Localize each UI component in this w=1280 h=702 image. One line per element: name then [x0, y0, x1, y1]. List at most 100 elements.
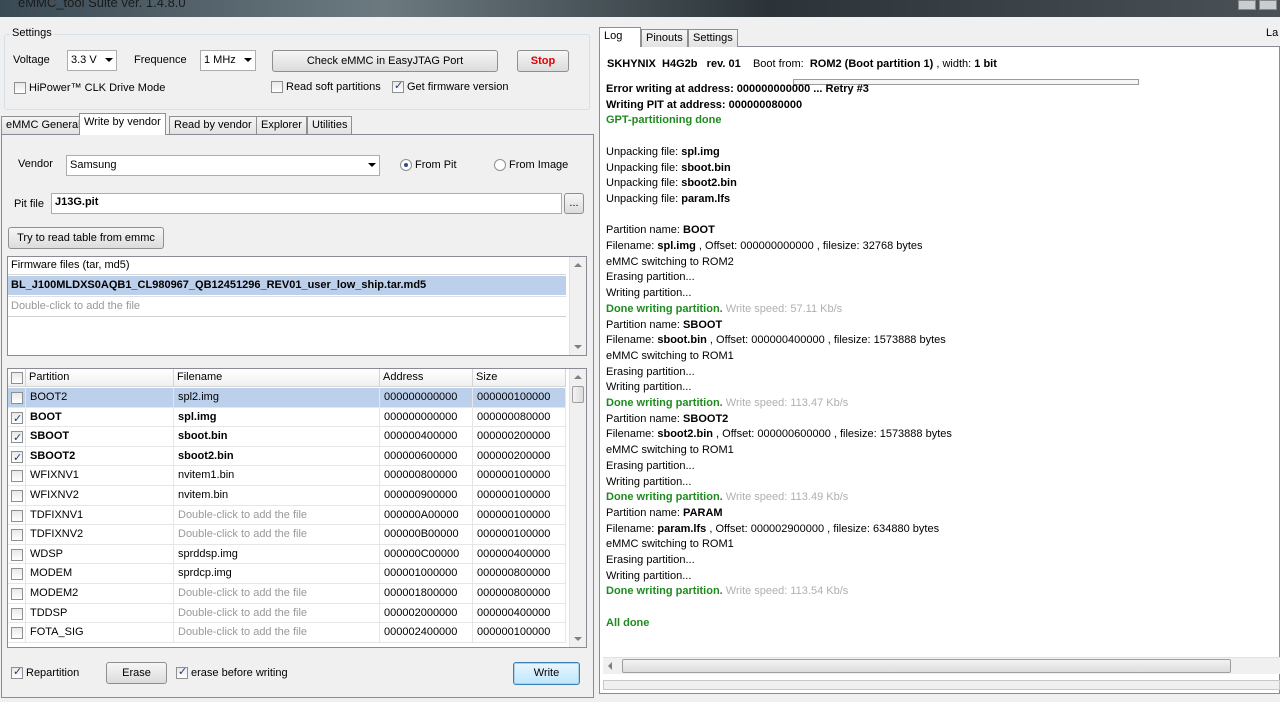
log-hscrollbar[interactable] — [603, 657, 1280, 674]
device-model: H4G2b — [662, 58, 698, 70]
row-checkbox[interactable] — [11, 470, 23, 483]
column-partition[interactable]: Partition — [26, 369, 174, 387]
repartition-checkbox[interactable] — [11, 665, 23, 679]
log-scroll-thumb[interactable] — [622, 659, 1231, 673]
row-checkbox[interactable] — [11, 529, 23, 542]
read-soft-partitions-checkbox[interactable] — [271, 81, 283, 93]
cell-partition: BOOT2 — [26, 388, 174, 408]
log-line: Writing partition... — [606, 569, 691, 585]
column-address[interactable]: Address — [380, 369, 473, 387]
write-button[interactable]: Write — [513, 662, 580, 685]
row-checkbox[interactable] — [11, 548, 23, 561]
tab-explorer[interactable]: Explorer — [256, 116, 307, 134]
cell-filename: sprddsp.img — [174, 544, 380, 565]
from-image-radio[interactable] — [494, 159, 506, 171]
log-line: Writing PIT at address: 000000080000 — [606, 98, 802, 114]
minimize-button[interactable] — [1238, 0, 1256, 10]
pit-browse-button[interactable]: ... — [564, 193, 584, 214]
table-row[interactable]: SBOOTsboot.bin000000400000000000200000 — [8, 427, 566, 447]
from-pit-radio[interactable] — [400, 159, 412, 171]
tab-write-by-vendor[interactable]: Write by vendor — [79, 113, 166, 135]
select-all-checkbox[interactable] — [11, 372, 23, 384]
partition-scroll-thumb[interactable] — [572, 386, 584, 403]
erase-button[interactable]: Erase — [106, 662, 167, 684]
pit-file-input[interactable]: J13G.pit — [51, 193, 562, 214]
get-firmware-checkbox[interactable] — [392, 79, 404, 93]
row-checkbox[interactable] — [11, 588, 23, 600]
table-row[interactable]: WFIXNV2 nvitem.bin 000000900000 00000010000… — [8, 486, 566, 506]
firmware-file-item[interactable]: BL_J100MLDXS0AQB1_CL980967_QB12451296_RE… — [8, 276, 566, 295]
scroll-down-icon[interactable] — [574, 345, 582, 349]
table-row[interactable]: MODEM2 Double-click to add the file 000001… — [8, 584, 566, 604]
row-checkbox[interactable] — [11, 509, 23, 522]
row-checkbox-cell — [8, 505, 26, 526]
voltage-select[interactable]: 3.3 V — [67, 50, 117, 71]
scroll-up-icon[interactable] — [574, 263, 582, 267]
cell-partition: WFIXNV1 — [26, 466, 174, 486]
log-line: Writing partition... — [606, 475, 691, 491]
cell-partition: WFIXNV2 — [26, 486, 174, 506]
row-checkbox[interactable] — [11, 392, 23, 404]
maximize-button[interactable] — [1259, 0, 1277, 10]
tab-emmc-general[interactable]: eMMC General — [1, 116, 86, 134]
width-value: 1 bit — [974, 58, 997, 70]
row-checkbox[interactable] — [11, 490, 23, 502]
row-checkbox[interactable] — [11, 429, 23, 446]
log-line: Unpacking file: spl.img — [606, 145, 720, 161]
vendor-select[interactable]: Samsung — [66, 155, 380, 176]
table-row[interactable]: BOOTspl.img000000000000000000080000 — [8, 407, 566, 428]
log-line: Partition name: SBOOT — [606, 318, 722, 334]
firmware-add-hint[interactable]: Double-click to add the file — [8, 296, 566, 315]
row-checkbox[interactable] — [11, 607, 23, 620]
log-segment: Done writing partition. — [606, 397, 723, 409]
table-row[interactable]: WFIXNV1 nvitem1.bin 000000800000 0000001000… — [8, 466, 566, 486]
tab-read-by-vendor[interactable]: Read by vendor — [169, 116, 257, 134]
tab-pinouts[interactable]: Pinouts — [641, 29, 688, 47]
hipower-checkbox[interactable] — [14, 82, 26, 94]
scroll-left-icon[interactable] — [608, 662, 612, 670]
scroll-up-icon[interactable] — [574, 375, 582, 379]
table-row[interactable]: TDFIXNV1 Double-click to add the file 0000… — [8, 505, 566, 526]
table-row[interactable]: TDDSP Double-click to add the file 0000020… — [8, 603, 566, 624]
table-row[interactable]: FOTA_SIG Double-click to add the file 0000… — [8, 623, 566, 643]
table-row[interactable]: WDSP sprddsp.img 000000C00000 000000400000 — [8, 544, 566, 565]
log-segment: eMMC switching to ROM1 — [606, 444, 734, 457]
partition-scrollbar[interactable] — [569, 369, 586, 647]
stop-button[interactable]: Stop — [517, 50, 569, 72]
frequence-label: Frequence — [134, 54, 187, 66]
erase-before-writing-checkbox[interactable] — [176, 665, 188, 679]
cell-filename: nvitem1.bin — [174, 466, 380, 486]
table-row[interactable]: TDFIXNV2 Double-click to add the file 0000… — [8, 525, 566, 545]
frequence-select[interactable]: 1 MHz — [200, 50, 256, 71]
window-title: eMMC_tool Suite ver. 1.4.8.0 — [18, 0, 186, 10]
cell-size: 000000100000 — [473, 525, 566, 545]
row-checkbox[interactable] — [11, 410, 23, 426]
row-checkbox[interactable] — [11, 568, 23, 581]
log-segment: All done — [606, 616, 650, 629]
tab-log[interactable]: Log — [599, 27, 641, 47]
cell-address: 000000000000 — [380, 407, 473, 428]
log-segment: GPT-partitioning done — [606, 114, 722, 127]
check-emmc-button[interactable]: Check eMMC in EasyJTAG Port — [272, 50, 498, 72]
log-segment: Unpacking file: — [606, 161, 682, 174]
log-segment: Erasing partition... — [606, 271, 695, 284]
vendor-label: Vendor — [18, 158, 53, 170]
log-line: Unpacking file: sboot2.bin — [606, 176, 737, 192]
log-line: eMMC switching to ROM1 — [606, 537, 734, 553]
column-size[interactable]: Size — [473, 369, 566, 387]
row-checkbox[interactable] — [11, 627, 23, 640]
firmware-scrollbar[interactable] — [569, 257, 586, 355]
tab-utilities[interactable]: Utilities — [307, 116, 353, 134]
cell-partition: FOTA_SIG — [26, 623, 174, 643]
firmware-files-header: Firmware files (tar, md5) — [8, 257, 566, 275]
log-segment: Unpacking file: — [606, 177, 682, 190]
column-filename[interactable]: Filename — [174, 369, 380, 387]
row-checkbox[interactable] — [11, 449, 23, 465]
table-row[interactable]: SBOOT2sboot2.bin000000600000000000200000 — [8, 446, 566, 467]
table-row[interactable]: MODEM sprdcp.img 000001000000 000000800000 — [8, 564, 566, 584]
table-row[interactable]: BOOT2 spl2.img 000000000000 000000100000 — [8, 388, 566, 408]
cell-address: 000000C00000 — [380, 544, 473, 565]
read-table-button[interactable]: Try to read table from emmc — [8, 227, 164, 249]
scroll-down-icon[interactable] — [574, 637, 582, 641]
tab-settings[interactable]: Settings — [688, 29, 738, 47]
